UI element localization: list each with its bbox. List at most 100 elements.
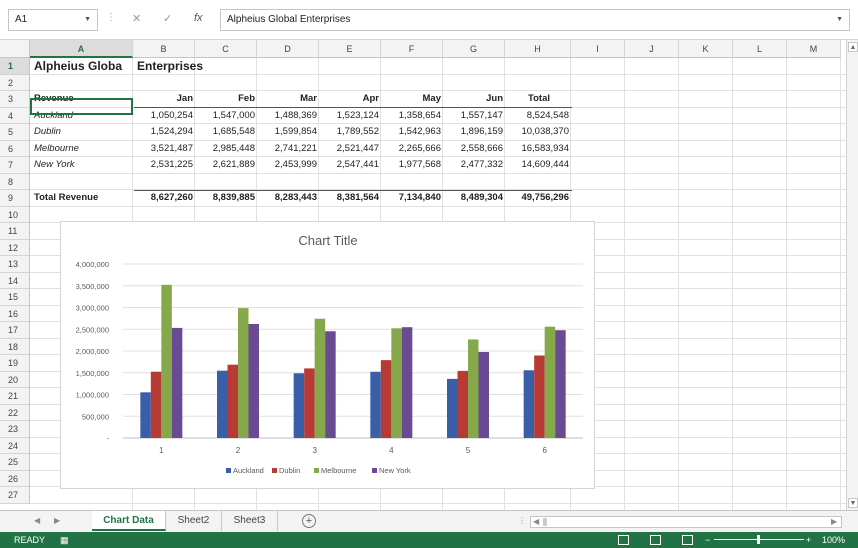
cell-month-header[interactable]: May xyxy=(382,91,444,108)
cell-value[interactable]: 3,521,487 xyxy=(134,141,196,158)
cell-total[interactable]: 14,609,444 xyxy=(506,157,572,174)
cell-value[interactable]: 1,685,548 xyxy=(196,124,258,141)
cell-total[interactable]: 10,038,370 xyxy=(506,124,572,141)
cell-value[interactable]: 2,531,225 xyxy=(134,157,196,174)
cell-value[interactable]: 2,265,666 xyxy=(382,141,444,158)
cell-month-header[interactable]: Apr xyxy=(320,91,382,108)
row-header[interactable]: 9 xyxy=(0,190,30,207)
insert-function-icon[interactable]: fx xyxy=(194,12,203,24)
macro-recording-icon[interactable]: ▦ xyxy=(60,532,69,548)
cell-value[interactable]: 1,542,963 xyxy=(382,124,444,141)
row-header[interactable]: 22 xyxy=(0,404,30,421)
scroll-down-icon[interactable]: ▼ xyxy=(848,498,858,508)
cell-value[interactable]: 1,557,147 xyxy=(444,108,506,125)
cell-value[interactable]: 1,977,568 xyxy=(382,157,444,174)
select-all-corner[interactable] xyxy=(0,40,30,58)
cell-value[interactable]: 1,599,854 xyxy=(258,124,320,141)
scroll-thumb[interactable] xyxy=(543,518,547,526)
cell-city[interactable]: New York xyxy=(31,157,134,174)
row-header[interactable]: 14 xyxy=(0,272,30,289)
cell-total-value[interactable]: 8,839,885 xyxy=(196,190,258,207)
cell-value[interactable]: 2,741,221 xyxy=(258,141,320,158)
row-header[interactable]: 15 xyxy=(0,289,30,306)
vertical-scrollbar[interactable]: ▲ ▼ xyxy=(846,40,858,510)
row-header[interactable]: 19 xyxy=(0,355,30,372)
cell-value[interactable]: 1,523,124 xyxy=(320,108,382,125)
cell-month-header[interactable]: Feb xyxy=(196,91,258,108)
column-header[interactable]: A xyxy=(30,40,133,58)
cell-value[interactable]: 1,524,294 xyxy=(134,124,196,141)
cell-value[interactable]: 2,621,889 xyxy=(196,157,258,174)
tab-scroll-left-icon[interactable]: ◀ xyxy=(34,516,40,525)
row-header[interactable]: 24 xyxy=(0,437,30,454)
column-header[interactable]: H xyxy=(505,40,571,58)
sheet-tab-sheet3[interactable]: Sheet3 xyxy=(222,511,278,531)
row-header[interactable]: 27 xyxy=(0,487,30,504)
row-header[interactable]: 8 xyxy=(0,173,30,190)
zoom-in-button[interactable]: + xyxy=(806,532,811,548)
horizontal-scrollbar[interactable]: ◀ ▶ xyxy=(530,516,842,528)
row-header[interactable]: 18 xyxy=(0,338,30,355)
column-header[interactable]: C xyxy=(195,40,257,58)
cell-total-header[interactable]: Total xyxy=(506,91,572,108)
zoom-level[interactable]: 100% xyxy=(822,532,845,548)
column-header[interactable]: M xyxy=(787,40,841,58)
cell-total-value[interactable]: 7,134,840 xyxy=(382,190,444,207)
enter-icon[interactable]: ✓ xyxy=(163,12,172,25)
cell-total-revenue-label[interactable]: Total Revenue xyxy=(31,190,134,207)
column-header[interactable]: D xyxy=(257,40,319,58)
cell-value[interactable]: 2,521,447 xyxy=(320,141,382,158)
cell-total[interactable]: 8,524,548 xyxy=(506,108,572,125)
chart-legend[interactable]: Auckland Dublin Melbourne New York xyxy=(226,466,411,475)
cell-grand-total[interactable]: 49,756,296 xyxy=(506,190,572,207)
cell-value[interactable]: 1,789,552 xyxy=(320,124,382,141)
page-break-view-icon[interactable] xyxy=(682,535,693,545)
row-header[interactable]: 11 xyxy=(0,223,30,240)
page-layout-view-icon[interactable] xyxy=(650,535,661,545)
row-header[interactable]: 6 xyxy=(0,140,30,157)
formula-input[interactable]: Alpheius Global Enterprises ▼ xyxy=(220,9,850,31)
column-header[interactable]: I xyxy=(571,40,625,58)
column-header[interactable]: L xyxy=(733,40,787,58)
cell-value[interactable]: 1,488,369 xyxy=(258,108,320,125)
cell-city[interactable]: Melbourne xyxy=(31,141,134,158)
chevron-down-icon[interactable]: ▼ xyxy=(84,10,91,30)
column-header[interactable]: G xyxy=(443,40,505,58)
chevron-down-icon[interactable]: ▼ xyxy=(836,10,843,30)
sheet-tab-sheet2[interactable]: Sheet2 xyxy=(166,511,222,531)
cell-value[interactable]: 1,358,654 xyxy=(382,108,444,125)
zoom-slider-thumb[interactable] xyxy=(757,535,760,544)
row-header[interactable]: 3 xyxy=(0,91,30,108)
scroll-left-icon[interactable]: ◀ xyxy=(533,517,539,526)
tab-scroll-right-icon[interactable]: ▶ xyxy=(54,516,60,525)
cell-month-header[interactable]: Mar xyxy=(258,91,320,108)
cell-city[interactable]: Auckland xyxy=(31,108,134,125)
cancel-icon[interactable]: ✕ xyxy=(132,12,141,25)
cell-value[interactable]: 2,985,448 xyxy=(196,141,258,158)
cell-value[interactable]: 2,547,441 xyxy=(320,157,382,174)
cell-value[interactable]: 2,477,332 xyxy=(444,157,506,174)
row-header[interactable]: 16 xyxy=(0,305,30,322)
scroll-up-icon[interactable]: ▲ xyxy=(848,42,858,52)
cell-city[interactable]: Dublin xyxy=(31,124,134,141)
row-header[interactable]: 25 xyxy=(0,454,30,471)
scroll-right-icon[interactable]: ▶ xyxy=(831,517,837,526)
add-sheet-icon[interactable]: + xyxy=(302,514,316,528)
row-header[interactable]: 26 xyxy=(0,470,30,487)
cell-total-value[interactable]: 8,627,260 xyxy=(134,190,196,207)
column-header[interactable]: F xyxy=(381,40,443,58)
cell-value[interactable]: 1,547,000 xyxy=(196,108,258,125)
cell-value[interactable]: 1,896,159 xyxy=(444,124,506,141)
cell-total-value[interactable]: 8,489,304 xyxy=(444,190,506,207)
row-header[interactable]: 7 xyxy=(0,157,30,174)
cell-b1[interactable]: Enterprises xyxy=(134,58,254,75)
cell-value[interactable]: 1,050,254 xyxy=(134,108,196,125)
row-header[interactable]: 10 xyxy=(0,206,30,223)
cell-month-header[interactable]: Jan xyxy=(134,91,196,108)
row-header[interactable]: 13 xyxy=(0,256,30,273)
row-header[interactable]: 1 xyxy=(0,58,30,75)
sheet-tab-chart-data[interactable]: Chart Data xyxy=(92,511,166,531)
row-header[interactable]: 17 xyxy=(0,322,30,339)
cell-revenue-label[interactable]: Revenue xyxy=(31,91,134,108)
column-header[interactable]: E xyxy=(319,40,381,58)
